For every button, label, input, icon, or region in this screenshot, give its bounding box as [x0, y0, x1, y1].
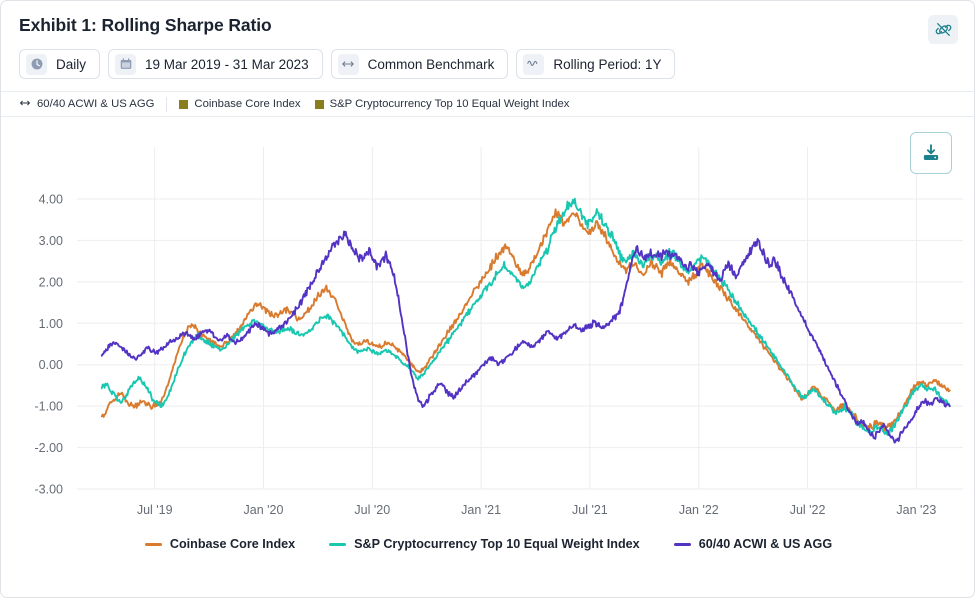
x-axis-tick-label: Jul '22: [790, 503, 826, 517]
top-legend-strip: 60/40 ACWI & US AGG Coinbase Core Index …: [1, 91, 974, 118]
legend-swatch: [179, 99, 189, 109]
broken-link-icon: [935, 23, 951, 36]
benchmark-filter-button[interactable]: Common Benchmark: [330, 49, 509, 80]
date-range-filter-label: 19 Mar 2019 - 31 Mar 2023: [145, 56, 309, 72]
legend-line-swatch: [144, 542, 162, 546]
download-button[interactable]: [910, 132, 952, 175]
legend-item-benchmark[interactable]: 60/40 ACWI & US AGG: [673, 537, 833, 552]
clock-icon: [26, 53, 47, 75]
y-axis-tick-label: 2.00: [39, 275, 63, 289]
rolling-period-filter-label: Rolling Period: 1Y: [553, 56, 662, 72]
legend-swatch: [314, 99, 324, 109]
y-axis-tick-label: 1.00: [39, 317, 63, 331]
y-axis-tick-label: -1.00: [35, 400, 64, 414]
filter-toolbar: Daily 19 Mar 2019 - 31 Mar 2023 Common B…: [19, 49, 956, 80]
benchmark-filter-label: Common Benchmark: [367, 56, 495, 72]
top-legend-item-label: Coinbase Core Index: [194, 98, 301, 111]
top-legend-item-coinbase[interactable]: Coinbase Core Index: [179, 98, 314, 110]
chart-panel: Exhibit 1: Rolling Sharpe Ratio Daily 19…: [0, 0, 975, 598]
rolling-period-filter-button[interactable]: Rolling Period: 1Y: [516, 49, 676, 80]
panel-header: Exhibit 1: Rolling Sharpe Ratio Daily 19…: [1, 1, 974, 80]
frequency-filter-label: Daily: [56, 56, 87, 72]
legend-item-label: Coinbase Core Index: [169, 537, 296, 552]
unlink-button[interactable]: [928, 15, 958, 44]
x-axis-tick-label: Jan '23: [896, 503, 936, 517]
sharpe-ratio-line-chart: 4.00 3.00 2.00 1.00 0.00 -1.00 -2.00 -3.00 Jul '…: [35, 147, 963, 517]
top-legend-item-label: S&P Cryptocurrency Top 10 Equal Weight I…: [329, 98, 570, 111]
arrows-horizontal-icon: [337, 53, 359, 75]
download-icon: [923, 144, 939, 161]
y-axis-tick-label: 0.00: [39, 358, 63, 372]
x-axis-tick-label: Jul '21: [572, 503, 608, 517]
top-legend-benchmark-label: 60/40 ACWI & US AGG: [37, 98, 155, 111]
chart-legend: Coinbase Core Index S&P Cryptocurrency T…: [1, 537, 974, 552]
legend-line-swatch: [329, 542, 347, 546]
x-axis-tick-label: Jul '20: [354, 503, 390, 517]
frequency-filter-button[interactable]: Daily: [19, 49, 101, 80]
x-axis-tick-label: Jul '19: [137, 503, 173, 517]
y-axis-tick-label: -2.00: [35, 441, 64, 455]
legend-line-swatch: [673, 542, 691, 546]
legend-item-coinbase[interactable]: Coinbase Core Index: [144, 537, 296, 552]
top-legend-benchmark[interactable]: 60/40 ACWI & US AGG: [19, 96, 168, 112]
top-legend-item-sp-crypto[interactable]: S&P Cryptocurrency Top 10 Equal Weight I…: [314, 98, 584, 111]
arrows-horizontal-icon: [19, 97, 31, 112]
legend-item-label: 60/40 ACWI & US AGG: [698, 537, 833, 552]
series-line: [100, 197, 951, 437]
page-title: Exhibit 1: Rolling Sharpe Ratio: [19, 15, 272, 35]
x-axis-tick-label: Jan '22: [679, 503, 719, 517]
calendar-icon: [115, 53, 137, 75]
series-line: [100, 230, 951, 444]
y-axis-tick-label: -3.00: [35, 483, 64, 497]
legend-item-label: S&P Cryptocurrency Top 10 Equal Weight I…: [354, 537, 640, 552]
date-range-filter-button[interactable]: 19 Mar 2019 - 31 Mar 2023: [108, 49, 323, 80]
x-axis-tick-label: Jan '21: [461, 503, 501, 517]
y-axis-tick-label: 4.00: [39, 193, 63, 207]
chart-area: 4.00 3.00 2.00 1.00 0.00 -1.00 -2.00 -3.00 Jul '…: [1, 117, 974, 561]
wave-icon: [523, 53, 545, 75]
legend-item-sp-crypto[interactable]: S&P Cryptocurrency Top 10 Equal Weight I…: [329, 537, 640, 551]
x-axis-tick-label: Jan '20: [244, 503, 284, 517]
y-axis-tick-label: 3.00: [39, 234, 63, 248]
